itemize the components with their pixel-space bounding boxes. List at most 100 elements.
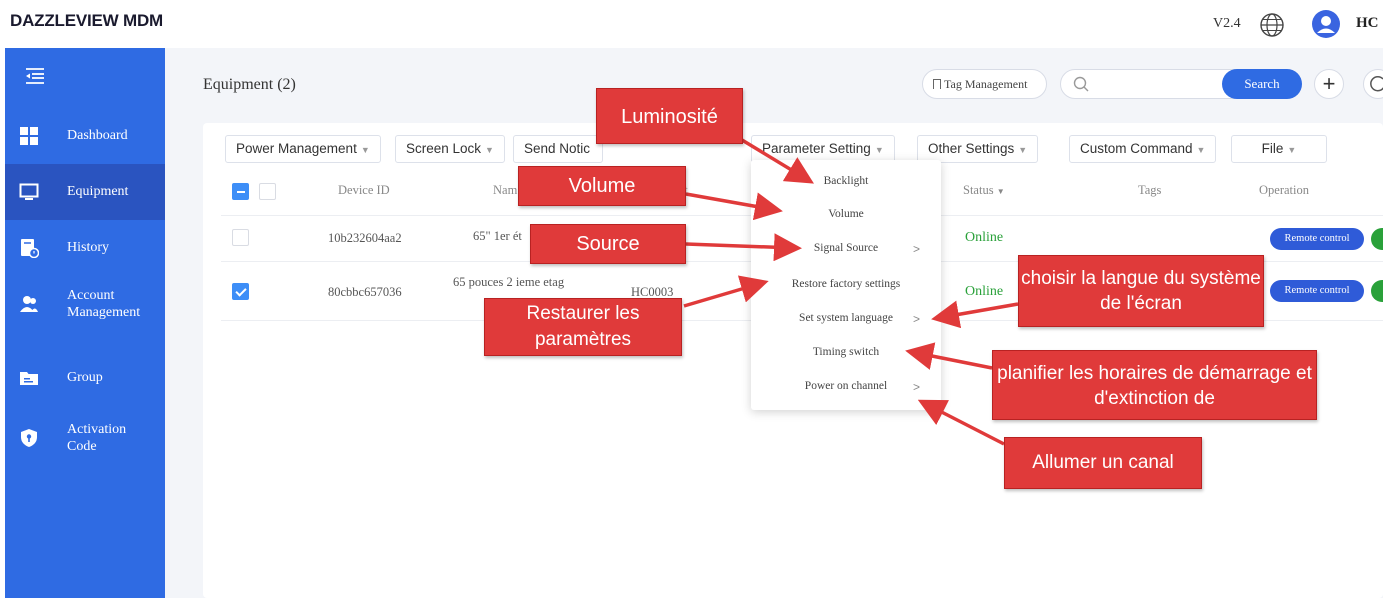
sidebar-item-label: Equipment — [67, 184, 129, 199]
menu-toggle-icon[interactable] — [23, 64, 47, 88]
row-checkbox[interactable] — [232, 229, 249, 246]
users-icon — [20, 296, 38, 312]
annotation-volume: Volume — [518, 166, 686, 206]
sidebar-item-label: Dashboard — [67, 128, 128, 143]
sidebar-item-label: Account Management — [67, 288, 141, 320]
menu-item-label: Restore factory settings — [791, 278, 901, 290]
refresh-button[interactable] — [1363, 69, 1383, 99]
version-label: V2.4 — [1213, 16, 1241, 31]
send-notice-dropdown[interactable]: Send Notic — [513, 135, 603, 163]
name-cell: 65" 1er ét — [473, 229, 522, 243]
dropdown-label: Custom Command — [1080, 141, 1193, 156]
caret-down-icon: ▼ — [1287, 145, 1297, 155]
dropdown-label: Send Notic — [524, 141, 591, 156]
add-button[interactable]: + — [1314, 69, 1344, 99]
group-icon — [20, 372, 38, 385]
sidebar: Dashboard Equipment History Account Mana… — [5, 48, 165, 598]
monitor-icon — [19, 183, 39, 200]
plus-icon: + — [1322, 71, 1336, 96]
tag-management-button[interactable]: Tag Management — [922, 69, 1047, 99]
power-management-dropdown[interactable]: Power Management ▼ — [225, 135, 381, 163]
status-cell: Online — [965, 230, 1004, 245]
sidebar-item-equipment[interactable]: Equipment — [5, 164, 165, 220]
screen-lock-dropdown[interactable]: Screen Lock ▼ — [395, 135, 505, 163]
remote-control-button[interactable]: Remote control — [1270, 228, 1364, 250]
menu-item-restore-factory-settings[interactable]: Restore factory settings — [751, 278, 941, 290]
column-header-name: Nam — [493, 183, 518, 197]
sort-caret-icon: ▼ — [996, 187, 1005, 196]
menu-item-power-on-channel[interactable]: Power on channel > — [751, 380, 941, 394]
file-dropdown[interactable]: File ▼ — [1231, 135, 1327, 163]
sidebar-item-label: Activation Code — [67, 422, 127, 454]
menu-item-timing-switch[interactable]: Timing switch — [751, 346, 941, 358]
sidebar-item-history[interactable]: History — [5, 220, 165, 276]
chevron-right-icon: > — [913, 380, 921, 394]
row-checkbox[interactable] — [232, 283, 249, 300]
dropdown-label: Power Management — [236, 141, 357, 156]
sidebar-item-label: History — [67, 240, 109, 255]
menu-item-backlight[interactable]: Backlight — [751, 175, 941, 187]
sidebar-item-group[interactable]: Group — [5, 350, 165, 406]
chevron-right-icon: > — [913, 312, 921, 326]
sidebar-item-label: Group — [67, 370, 103, 385]
top-bar: DAZZLEVIEW MDM V2.4 HC — [0, 0, 1383, 48]
sidebar-item-account-management[interactable]: Account Management — [5, 276, 165, 332]
tag-management-label: Tag Management — [944, 77, 1028, 91]
sidebar-item-activation-code[interactable]: Activation Code — [5, 410, 165, 466]
caret-down-icon: ▼ — [360, 145, 370, 155]
app-logo: DAZZLEVIEW MDM — [10, 11, 164, 30]
dropdown-label: Other Settings — [928, 141, 1015, 156]
menu-item-label: Backlight — [823, 175, 869, 187]
caret-down-icon: ▼ — [874, 145, 884, 155]
dashboard-icon — [20, 127, 38, 145]
menu-item-label: Volume — [828, 208, 864, 220]
refresh-icon — [1370, 75, 1383, 92]
menu-item-set-system-language[interactable]: Set system language > — [751, 312, 941, 326]
annotation-luminosite: Luminosité — [596, 88, 743, 144]
annotation-source: Source — [530, 224, 686, 264]
globe-icon[interactable] — [1259, 12, 1285, 38]
menu-item-signal-source[interactable]: Signal Source > — [751, 242, 941, 256]
column-header-label: Status — [963, 183, 994, 197]
search-button[interactable]: Search — [1222, 69, 1302, 99]
search-icon — [1073, 76, 1089, 92]
select-all-checkbox[interactable] — [232, 183, 249, 200]
dropdown-label: Parameter Setting — [762, 141, 871, 156]
caret-down-icon: ▼ — [1196, 145, 1206, 155]
status-indicator[interactable] — [1371, 228, 1383, 250]
device-id-cell: 80cbbc657036 — [328, 285, 402, 299]
menu-item-label: Set system language — [799, 312, 893, 324]
status-indicator[interactable] — [1371, 280, 1383, 302]
menu-item-label: Signal Source — [813, 242, 879, 254]
column-header-status[interactable]: Status ▼ — [963, 183, 1005, 198]
history-icon — [21, 239, 39, 258]
user-name[interactable]: HC — [1356, 15, 1379, 32]
caret-down-icon: ▼ — [485, 145, 494, 155]
page-title: Equipment (2) — [203, 76, 296, 93]
device-id-cell: 10b232604aa2 — [328, 231, 402, 245]
chevron-right-icon: > — [913, 242, 921, 256]
user-icon — [1317, 16, 1335, 33]
caret-down-icon: ▼ — [1018, 145, 1028, 155]
parameter-setting-menu: Backlight Volume Signal Source > Restore … — [751, 160, 941, 410]
bookmark-icon — [933, 79, 941, 89]
custom-command-dropdown[interactable]: Custom Command ▼ — [1069, 135, 1217, 163]
parameter-setting-dropdown[interactable]: Parameter Setting ▼ — [751, 135, 895, 163]
sidebar-item-dashboard[interactable]: Dashboard — [5, 108, 165, 164]
remote-control-button[interactable]: Remote control — [1270, 280, 1364, 302]
other-settings-dropdown[interactable]: Other Settings ▼ — [917, 135, 1039, 163]
column-header-operation: Operation — [1259, 183, 1309, 197]
dropdown-label: Screen Lock — [406, 141, 482, 156]
column-header-tags: Tags — [1138, 183, 1162, 197]
header-checkbox[interactable] — [259, 183, 276, 200]
annotation-langue: choisir la langue du système de l'écran — [1018, 255, 1264, 327]
column-header-device-id: Device ID — [338, 183, 390, 197]
status-cell: Online — [965, 284, 1004, 299]
menu-item-label: Power on channel — [804, 380, 888, 392]
annotation-planifier: planifier les horaires de démarrage et d… — [992, 350, 1317, 420]
dropdown-label: File — [1261, 141, 1284, 156]
annotation-canal: Allumer un canal — [1004, 437, 1202, 489]
avatar[interactable] — [1312, 10, 1340, 38]
menu-item-volume[interactable]: Volume — [751, 208, 941, 220]
search-input[interactable] — [1097, 75, 1207, 95]
